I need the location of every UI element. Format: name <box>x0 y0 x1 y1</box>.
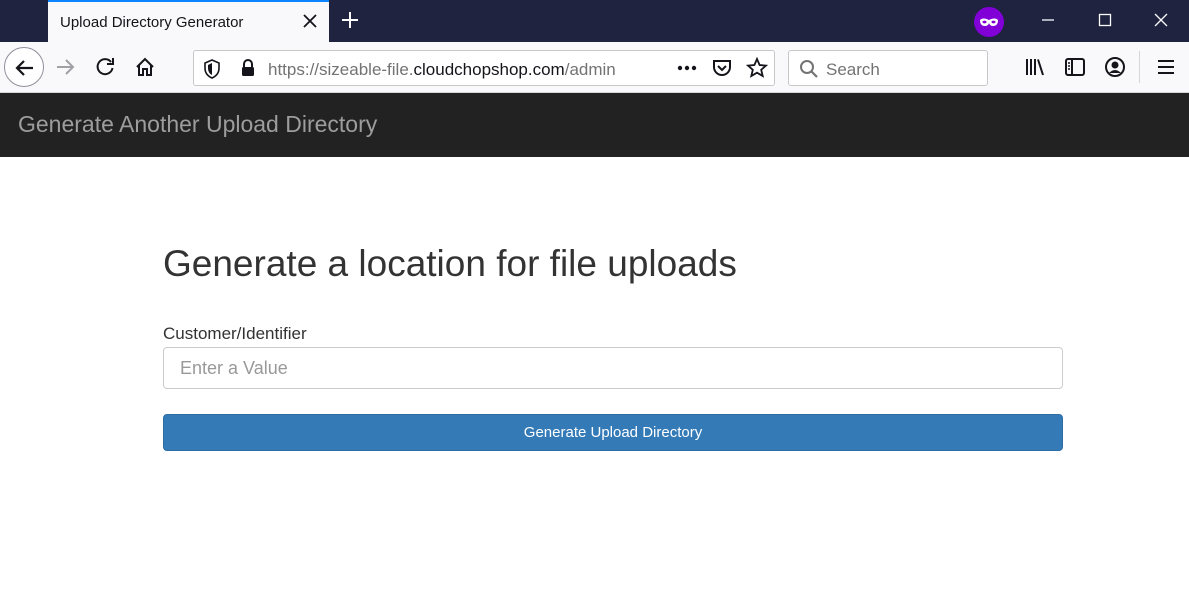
library-icon[interactable] <box>1024 56 1046 78</box>
back-button[interactable] <box>4 47 44 87</box>
private-browsing-icon <box>974 7 1004 37</box>
tab-title: Upload Directory Generator <box>60 14 244 31</box>
customer-identifier-label: Customer/Identifier <box>163 324 307 343</box>
generate-upload-directory-button[interactable]: Generate Upload Directory <box>163 414 1063 451</box>
account-icon[interactable] <box>1104 56 1126 78</box>
search-placeholder: Search <box>826 60 880 79</box>
site-navbar: Generate Another Upload Directory <box>0 93 1189 157</box>
home-icon[interactable] <box>134 56 156 78</box>
sidebar-icon[interactable] <box>1064 56 1086 78</box>
pocket-icon[interactable] <box>711 57 733 79</box>
toolbar-separator <box>1139 51 1140 83</box>
new-tab-icon[interactable] <box>340 10 360 30</box>
reload-icon[interactable] <box>94 56 116 78</box>
browser-tab[interactable]: Upload Directory Generator <box>48 0 329 42</box>
page-actions-ellipsis-icon[interactable] <box>676 60 698 76</box>
minimize-icon[interactable] <box>1040 12 1056 28</box>
customer-identifier-input[interactable] <box>163 347 1063 389</box>
close-tab-icon[interactable] <box>301 12 319 30</box>
search-bar[interactable]: Search <box>788 50 988 86</box>
page-title: Generate a location for file uploads <box>163 243 737 284</box>
window-close-icon[interactable] <box>1153 12 1169 28</box>
hamburger-menu-icon[interactable] <box>1155 56 1177 78</box>
tracking-protection-shield-icon[interactable] <box>203 59 221 79</box>
search-icon <box>800 60 818 78</box>
back-arrow-icon <box>15 60 33 76</box>
bookmark-star-icon[interactable] <box>746 57 768 79</box>
url-text[interactable]: https://sizeable-file.cloudchopshop.com/… <box>268 60 616 80</box>
url-prefix: https://sizeable-file. <box>268 60 414 79</box>
lock-icon[interactable] <box>239 58 257 78</box>
browser-titlebar: Upload Directory Generator <box>0 0 1189 42</box>
forward-arrow-icon[interactable] <box>54 56 76 78</box>
url-host: cloudchopshop.com <box>413 60 565 79</box>
browser-toolbar: https://sizeable-file.cloudchopshop.com/… <box>0 42 1189 93</box>
address-bar[interactable]: https://sizeable-file.cloudchopshop.com/… <box>193 50 775 86</box>
maximize-icon[interactable] <box>1097 12 1113 28</box>
navbar-brand-link[interactable]: Generate Another Upload Directory <box>18 111 377 138</box>
url-path: /admin <box>564 60 616 79</box>
